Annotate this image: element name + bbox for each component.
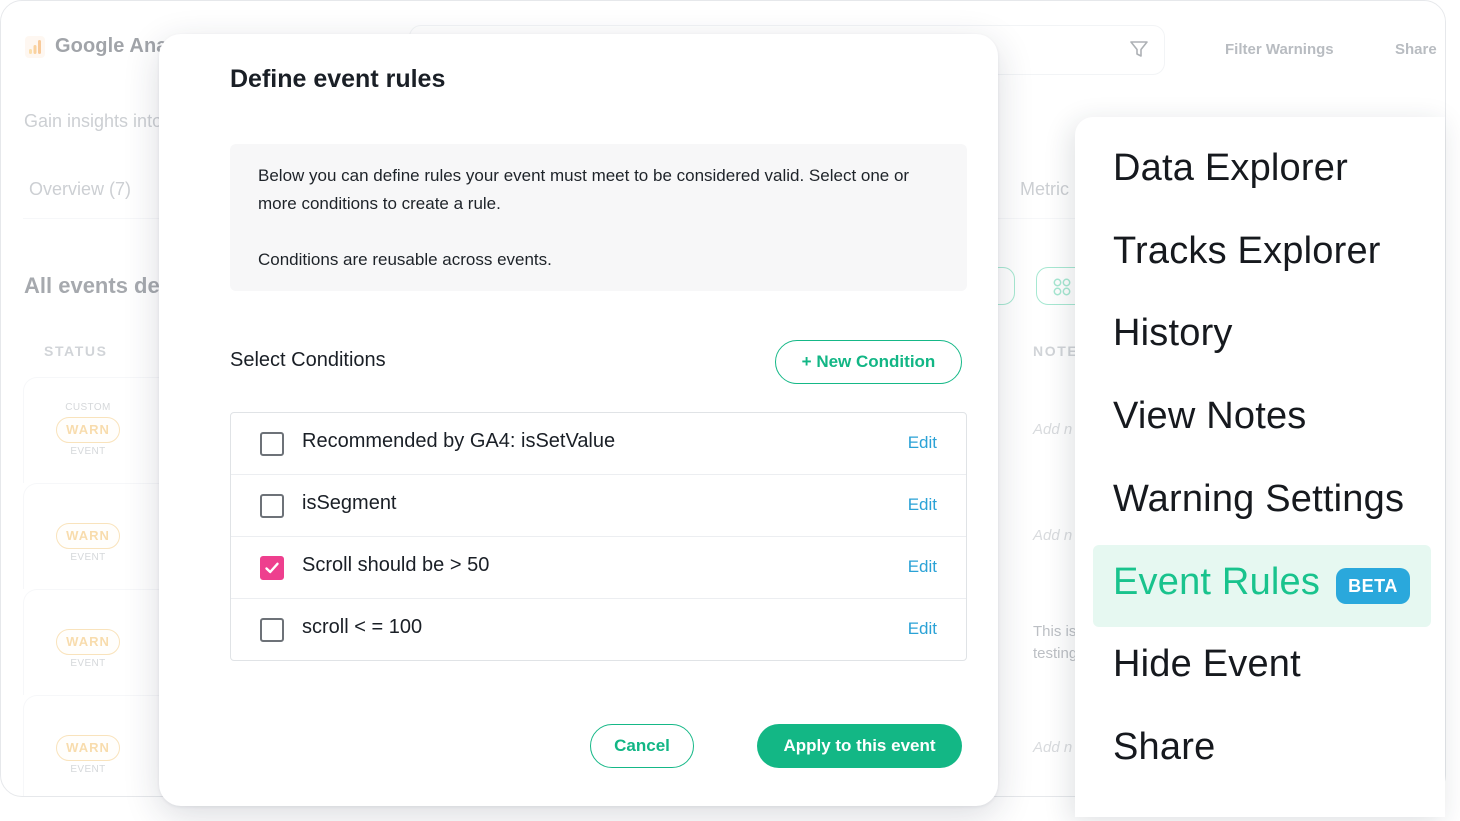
share-link[interactable]: Share [1395, 41, 1437, 58]
define-rules-modal: Define event rules Below you can define … [159, 34, 998, 806]
filter-icon[interactable] [1129, 39, 1149, 59]
info-box: Below you can define rules your event mu… [230, 144, 967, 291]
grid-icon [1053, 278, 1071, 296]
warn-badge: WARN [56, 417, 120, 443]
modal-title: Define event rules [230, 65, 446, 93]
menu-item-label: Warning Settings [1113, 478, 1405, 520]
conditions-list: Recommended by GA4: isSetValue Edit isSe… [230, 412, 967, 661]
note-input[interactable]: Add n [1033, 739, 1072, 756]
edit-condition-link[interactable]: Edit [908, 619, 937, 639]
app-title: Google Ana [55, 35, 168, 57]
menu-item-label: Event Rules [1113, 561, 1321, 603]
analytics-logo-icon [25, 35, 45, 58]
condition-row[interactable]: isSegment Edit [231, 475, 966, 537]
menu-item-label: History [1113, 312, 1233, 354]
menu-item-hide-event[interactable]: Hide Event [1075, 627, 1445, 709]
condition-row[interactable]: Recommended by GA4: isSetValue Edit [231, 413, 966, 475]
menu-item-warning-settings[interactable]: Warning Settings [1075, 462, 1445, 544]
info-text: Below you can define rules your event mu… [258, 166, 910, 213]
condition-checkbox[interactable] [260, 494, 284, 518]
status-kind-label: EVENT [70, 658, 106, 669]
condition-label: isSegment [302, 492, 397, 514]
status-cell: WARN EVENT [55, 521, 121, 565]
tab-metrics[interactable]: Metric [1020, 179, 1069, 200]
edit-condition-link[interactable]: Edit [908, 557, 937, 577]
info-text-reusable: Conditions are reusable across events. [258, 250, 552, 269]
status-cell: WARN EVENT [55, 733, 121, 777]
apply-button[interactable]: Apply to this event [757, 724, 962, 768]
menu-item-history[interactable]: History [1075, 296, 1445, 378]
warn-badge: WARN [56, 735, 120, 761]
status-kind-label: EVENT [70, 552, 106, 563]
column-header-status: STATUS [44, 343, 108, 359]
filter-warnings-link[interactable]: Filter Warnings [1225, 41, 1334, 58]
condition-row[interactable]: Scroll should be > 50 Edit [231, 537, 966, 599]
event-actions-menu: Data Explorer Tracks Explorer History Vi… [1075, 117, 1445, 817]
condition-row[interactable]: scroll < = 100 Edit [231, 599, 966, 661]
app-header: Google Ana [25, 35, 167, 58]
note-input[interactable]: Add n [1033, 421, 1072, 438]
condition-checkbox[interactable] [260, 432, 284, 456]
section-title: All events de [24, 273, 160, 298]
condition-checkbox[interactable] [260, 618, 284, 642]
beta-badge: BETA [1336, 568, 1410, 604]
stage: Google Ana Filter Warnings Share Gain in… [0, 0, 1460, 821]
menu-item-label: Hide Event [1113, 643, 1301, 685]
status-kind-label: EVENT [70, 764, 106, 775]
condition-label: scroll < = 100 [302, 616, 423, 638]
condition-checkbox-checked[interactable] [260, 556, 284, 580]
menu-item-label: Data Explorer [1113, 147, 1348, 189]
checkmark-icon [265, 562, 279, 574]
edit-condition-link[interactable]: Edit [908, 433, 937, 453]
status-cell: WARN EVENT [55, 627, 121, 671]
warn-badge: WARN [56, 523, 120, 549]
menu-item-view-notes[interactable]: View Notes [1075, 379, 1445, 461]
menu-item-event-rules[interactable]: Event Rules BETA [1093, 545, 1431, 627]
menu-item-label: View Notes [1113, 395, 1307, 437]
note-input[interactable]: Add n [1033, 527, 1072, 544]
menu-item-label: Share [1113, 726, 1216, 768]
column-header-notes: NOTE [1033, 343, 1079, 359]
menu-item-label: Tracks Explorer [1113, 230, 1381, 272]
select-conditions-label: Select Conditions [230, 349, 386, 371]
status-cell: CUSTOM WARN EVENT [55, 401, 121, 459]
condition-label: Scroll should be > 50 [302, 554, 490, 576]
note-text[interactable]: This is testing [1033, 621, 1077, 665]
tab-overview[interactable]: Overview (7) [29, 179, 131, 200]
edit-condition-link[interactable]: Edit [908, 495, 937, 515]
menu-item-share[interactable]: Share [1075, 710, 1445, 792]
cancel-button[interactable]: Cancel [590, 724, 694, 768]
menu-item-data-explorer[interactable]: Data Explorer [1075, 131, 1445, 213]
warn-badge: WARN [56, 629, 120, 655]
new-condition-button[interactable]: + New Condition [775, 340, 962, 384]
status-kind-label: EVENT [70, 446, 106, 457]
menu-item-tracks-explorer[interactable]: Tracks Explorer [1075, 214, 1445, 296]
condition-label: Recommended by GA4: isSetValue [302, 430, 616, 452]
status-type-label: CUSTOM [65, 402, 111, 413]
app-subtitle: Gain insights into [24, 111, 163, 131]
